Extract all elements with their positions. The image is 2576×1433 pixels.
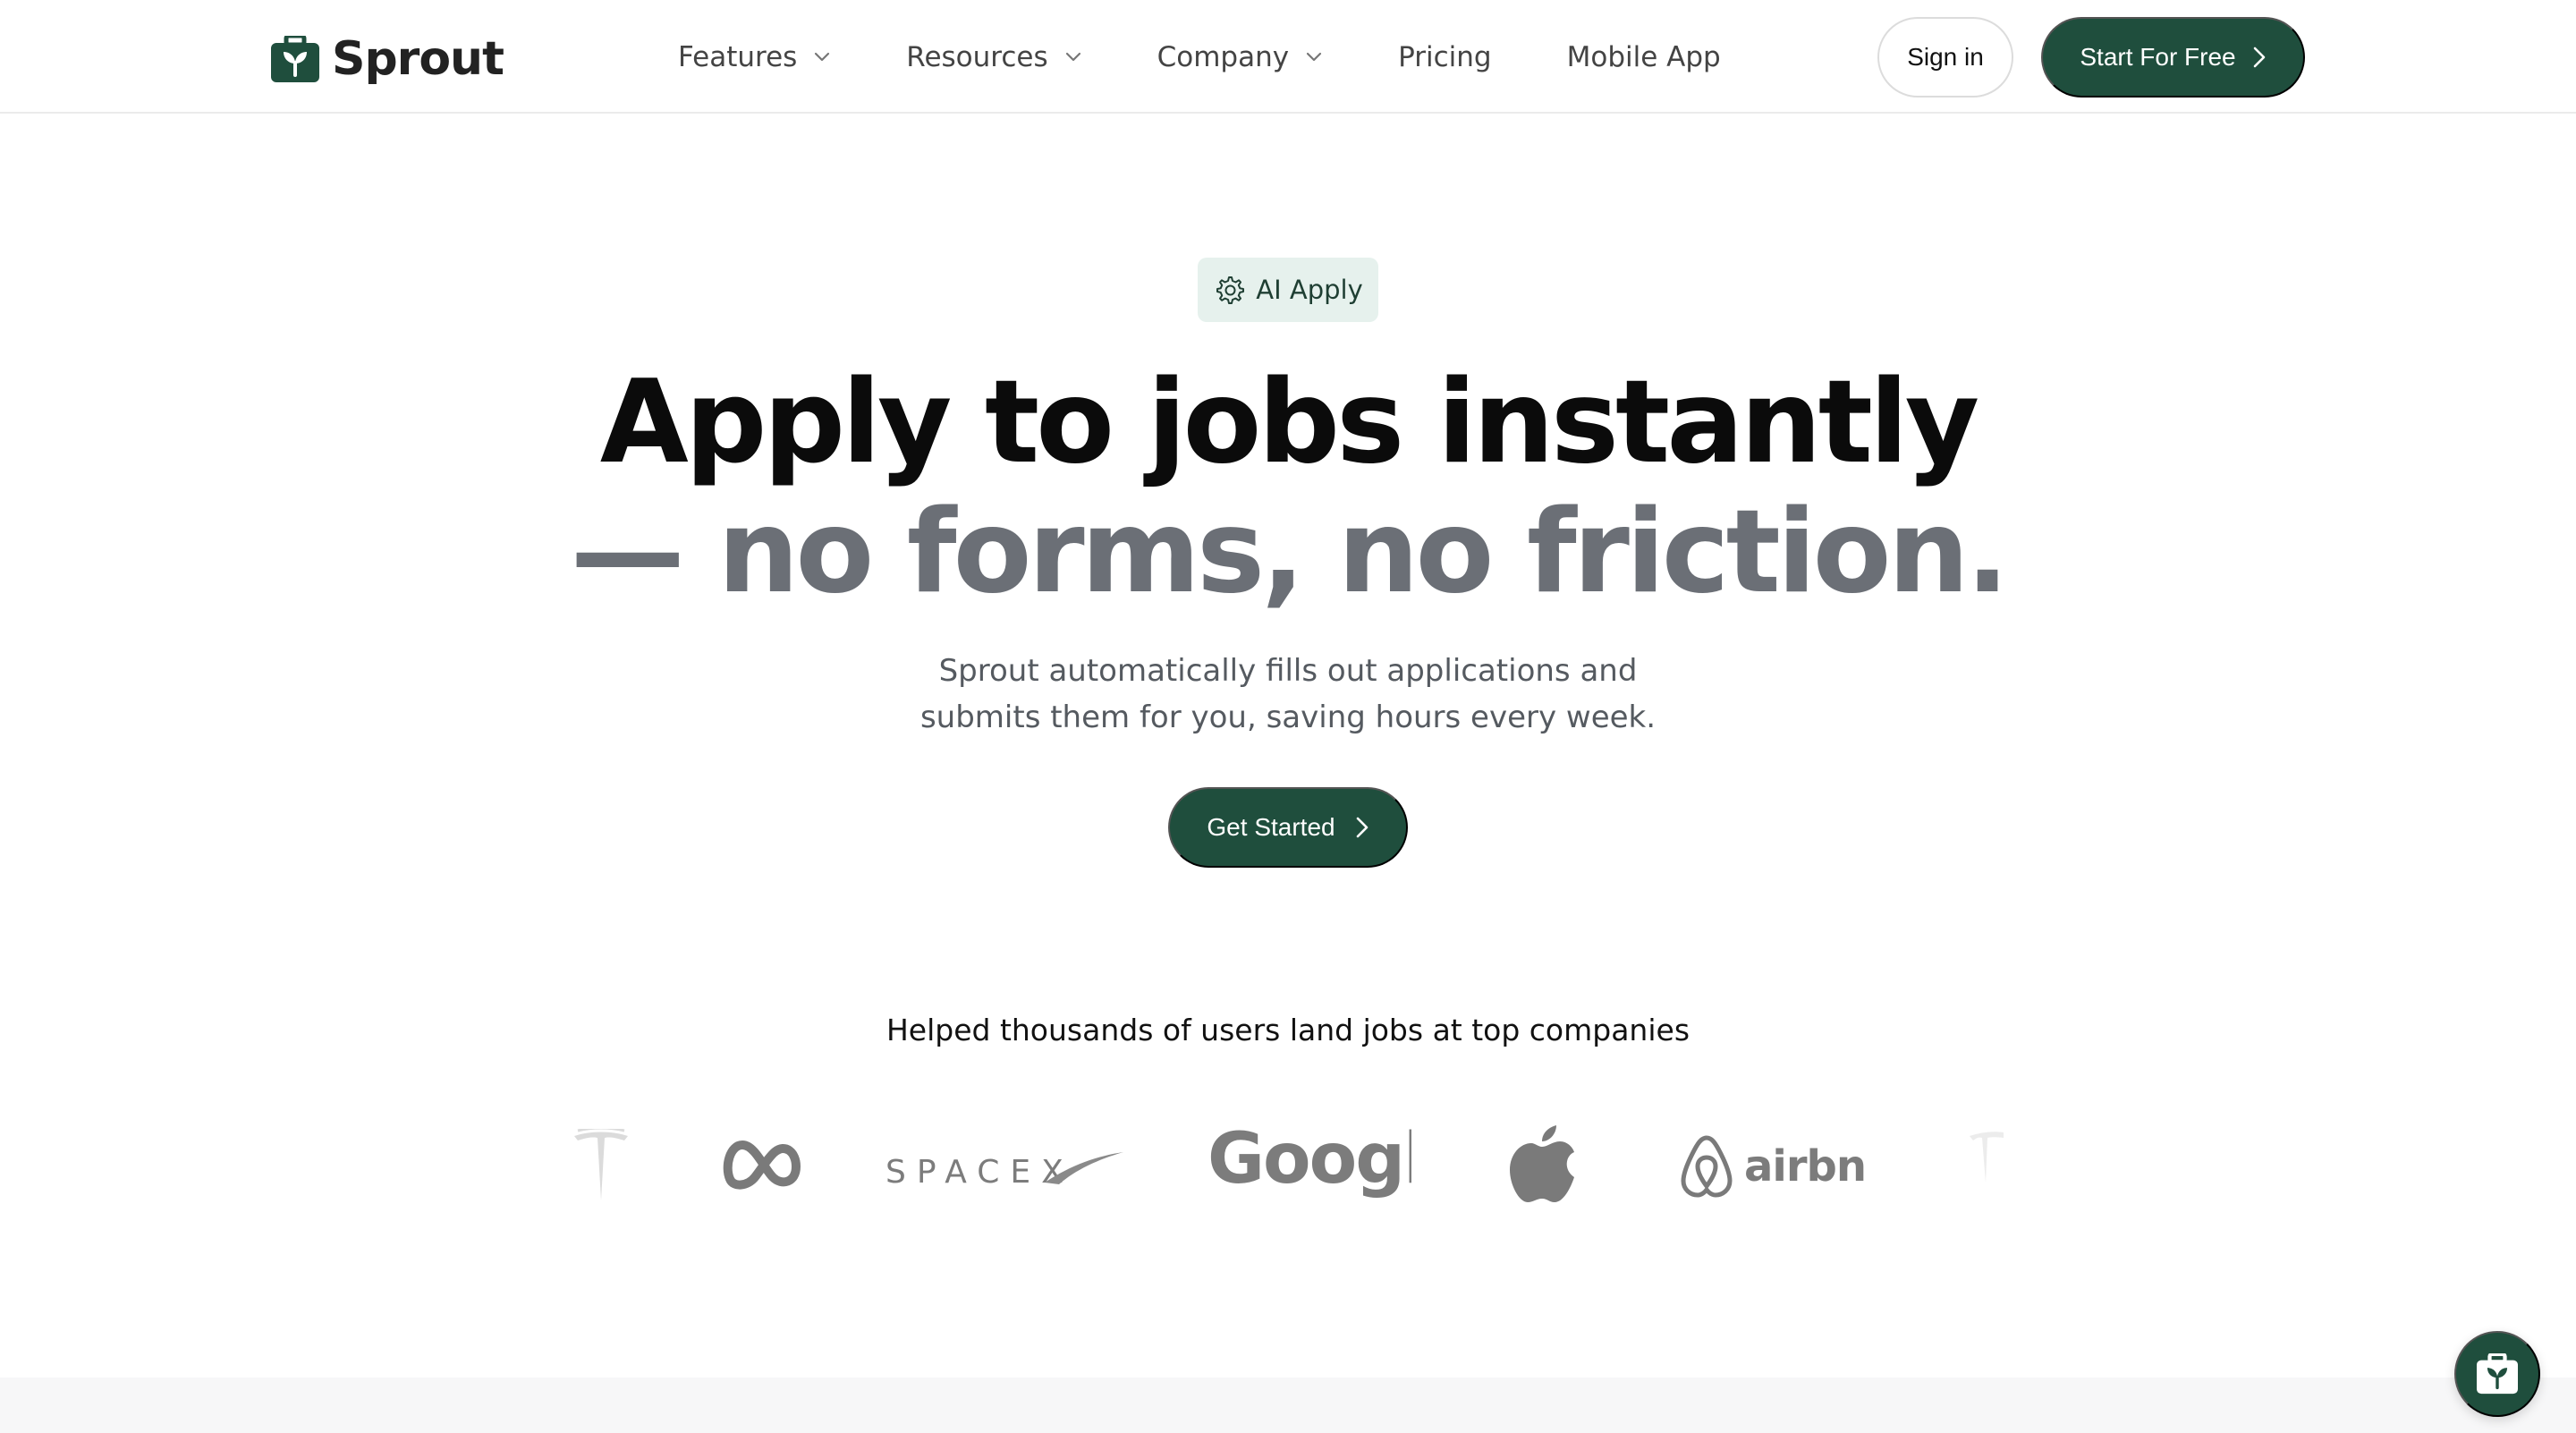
airbnb-wordmark: airbnb	[1744, 1141, 1868, 1191]
nav-links: Features Resources Company Pricing Mobil…	[678, 34, 1721, 81]
ai-apply-badge: AI Apply	[1198, 258, 1378, 322]
brand-name: Sprout	[332, 32, 504, 86]
airbnb-logo: airbnb	[1681, 1135, 1868, 1198]
sprout-bag-icon	[271, 36, 319, 82]
start-for-free-label: Start For Free	[2080, 43, 2236, 71]
nav-resources-label: Resources	[906, 41, 1048, 73]
google-wordmark: Google	[1208, 1125, 1411, 1200]
nav-mobile-app-label: Mobile App	[1566, 41, 1721, 73]
hero-title-line-1: Apply to jobs instantly	[599, 356, 1979, 489]
nav-pricing-label: Pricing	[1398, 41, 1492, 73]
nav-company-label: Company	[1157, 41, 1290, 73]
next-section-band	[0, 1378, 2576, 1433]
spacex-wordmark: SPACEX	[886, 1154, 1074, 1191]
chevron-right-icon	[1356, 817, 1368, 838]
company-logo-strip: SPACEX Google airbnb	[0, 1109, 2576, 1234]
chevron-right-icon	[2253, 47, 2265, 68]
gear-icon	[1216, 276, 1245, 304]
brand-logo-link[interactable]: Sprout	[271, 32, 504, 86]
nav-resources[interactable]: Resources	[906, 34, 1081, 81]
nav-features-label: Features	[678, 41, 798, 73]
apple-logo	[1510, 1125, 1574, 1202]
meta-logo	[723, 1140, 801, 1190]
chevron-down-icon	[1065, 52, 1080, 62]
sign-in-button[interactable]: Sign in	[1877, 17, 2013, 98]
google-logo: Google	[1208, 1125, 1411, 1200]
ai-apply-label: AI Apply	[1256, 275, 1363, 305]
chat-widget-button[interactable]	[2454, 1331, 2540, 1417]
tesla-logo	[574, 1129, 628, 1200]
nav-pricing[interactable]: Pricing	[1398, 34, 1492, 81]
nav-features[interactable]: Features	[678, 34, 831, 81]
nav-company[interactable]: Company	[1157, 34, 1323, 81]
hero-subtitle-line-1: Sprout automatically fills out applicati…	[938, 653, 1638, 689]
social-proof-heading: Helped thousands of users land jobs at t…	[886, 1013, 1690, 1047]
hero-title-line-2: — no forms, no friction.	[570, 486, 2010, 619]
hero-subtitle: Sprout automatically fills out applicati…	[841, 648, 1735, 741]
start-for-free-button[interactable]: Start For Free	[2041, 17, 2305, 98]
hero-subtitle-line-2: submits them for you, saving hours every…	[919, 700, 1657, 735]
chevron-down-icon	[815, 52, 830, 62]
sprout-bag-icon	[2477, 1353, 2518, 1395]
page: Sprout Features Resources Company Pricin…	[0, 0, 2576, 1433]
spacex-logo: SPACEX	[886, 1152, 1123, 1191]
chevron-down-icon	[1307, 52, 1322, 62]
tesla-logo	[1970, 1132, 2004, 1183]
get-started-button[interactable]: Get Started	[1168, 787, 1408, 868]
top-nav: Sprout Features Resources Company Pricin…	[0, 0, 2576, 114]
get-started-label: Get Started	[1207, 813, 1335, 841]
nav-mobile-app[interactable]: Mobile App	[1567, 34, 1721, 81]
